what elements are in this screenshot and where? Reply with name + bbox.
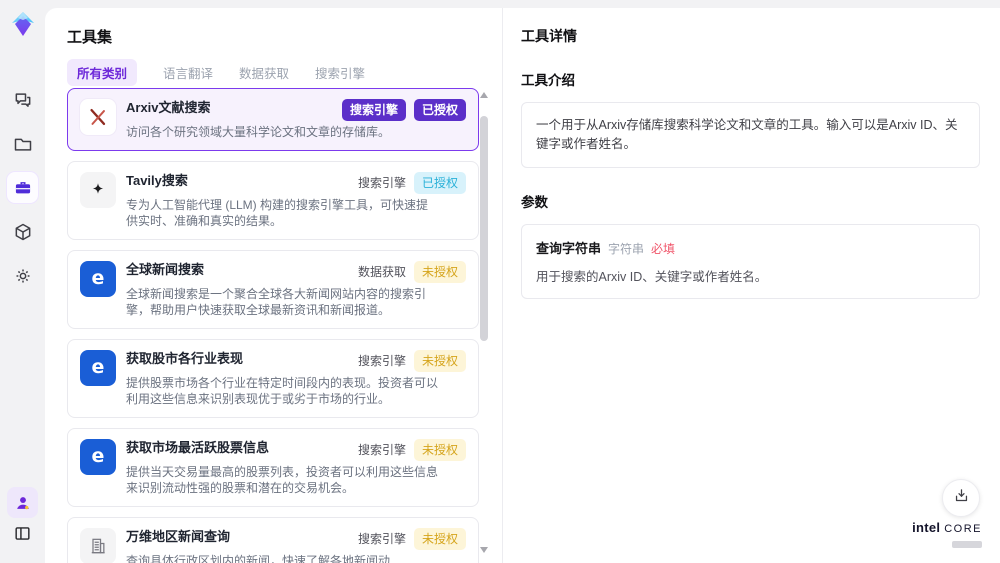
param-name: 查询字符串 xyxy=(536,240,602,256)
sidebar-item-collapse[interactable] xyxy=(7,518,38,549)
tool-card-sector-performance[interactable]: e 获取股市各行业表现 搜索引擎 未授权 提供股票市场各个行业在特定时间段内的表… xyxy=(67,339,479,418)
building-icon xyxy=(80,528,116,563)
tab-search-engine[interactable]: 搜索引擎 xyxy=(315,63,365,82)
tool-description: 查询具体行政区划内的新闻，快速了解各地新闻动 xyxy=(126,554,391,563)
auth-status-badge: 已授权 xyxy=(413,99,466,121)
tool-card-regional-news[interactable]: 万维地区新闻查询 搜索引擎 未授权 查询具体行政区划内的新闻，快速了解各地新闻动 xyxy=(67,517,479,563)
parameter-box: 查询字符串 字符串 必填 用于搜索的Arxiv ID、关键字或作者姓名。 xyxy=(521,223,980,299)
auth-status-badge: 未授权 xyxy=(413,261,466,283)
user-avatar-icon xyxy=(13,493,33,513)
sidebar-item-account[interactable] xyxy=(7,487,38,518)
category-badge: 数据获取 xyxy=(357,265,406,279)
intel-sub-badge xyxy=(952,541,982,548)
sparkle-icon xyxy=(80,172,116,208)
intro-heading: 工具介绍 xyxy=(521,73,575,88)
scrollbar-thumb[interactable] xyxy=(480,116,488,341)
tab-data-fetch[interactable]: 数据获取 xyxy=(239,63,289,82)
sidebar-item-toolbox[interactable] xyxy=(7,172,38,203)
toolbox-icon xyxy=(13,178,33,198)
category-badge: 搜索引擎 xyxy=(357,354,406,368)
tab-all-categories[interactable]: 所有类别 xyxy=(67,58,138,86)
tool-list-pane: 工具集 所有类别 语言翻译 数据获取 搜索引擎 Arxiv文献搜索 搜索引擎 已… xyxy=(45,8,503,563)
category-tabs: 所有类别 语言翻译 数据获取 搜索引擎 xyxy=(67,58,502,86)
param-type: 字符串 xyxy=(608,241,645,256)
auth-status-badge: 未授权 xyxy=(413,528,466,550)
detail-title: 工具详情 xyxy=(521,28,577,44)
category-badge: 搜索引擎 xyxy=(357,176,406,190)
news-blue-icon: e xyxy=(80,261,116,297)
tool-name: Tavily搜索 xyxy=(126,173,188,188)
auth-status-badge: 未授权 xyxy=(413,350,466,372)
tool-description: 访问各个研究领域大量科学论文和文章的存储库。 xyxy=(126,125,391,139)
scroll-down-arrow[interactable] xyxy=(480,547,488,553)
auth-status-badge: 未授权 xyxy=(413,439,466,461)
tool-description: 提供股票市场各个行业在特定时间段内的表现。投资者可以利用这些信息来识别表现优于或… xyxy=(126,376,439,406)
page-title: 工具集 xyxy=(67,29,113,46)
core-brand-text: core xyxy=(944,523,982,535)
intel-brand-text: intel xyxy=(912,520,941,535)
params-heading: 参数 xyxy=(521,194,548,210)
tool-card-arxiv[interactable]: Arxiv文献搜索 搜索引擎 已授权 访问各个研究领域大量科学论文和文章的存储库… xyxy=(67,88,479,151)
tool-card-global-news[interactable]: e 全球新闻搜索 数据获取 未授权 全球新闻搜索是一个聚合全球各大新闻网站内容的… xyxy=(67,250,479,329)
category-badge: 搜索引擎 xyxy=(341,99,406,121)
tool-card-most-active-stocks[interactable]: e 获取市场最活跃股票信息 搜索引擎 未授权 提供当天交易量最高的股票列表，投资… xyxy=(67,428,479,507)
tool-description: 专为人工智能代理 (LLM) 构建的搜索引擎工具，可快速提供实时、准确和真实的结… xyxy=(126,198,429,228)
tool-description: 提供当天交易量最高的股票列表，投资者可以利用这些信息来识别流动性强的股票和潜在的… xyxy=(126,465,439,495)
tool-name: 全球新闻搜索 xyxy=(126,262,205,277)
download-icon xyxy=(953,487,970,509)
tool-description: 全球新闻搜索是一个聚合全球各大新闻网站内容的搜索引擎，帮助用户快速获取全球最新资… xyxy=(126,287,427,317)
category-badge: 搜索引擎 xyxy=(357,532,406,546)
sidebar-item-chat[interactable] xyxy=(7,84,38,115)
sidebar-item-files[interactable] xyxy=(7,128,38,159)
chat-icon xyxy=(13,90,33,110)
category-badge: 搜索引擎 xyxy=(357,443,406,457)
app-logo-diamond-icon xyxy=(8,10,38,40)
param-description: 用于搜索的Arxiv ID、关键字或作者姓名。 xyxy=(536,269,768,284)
intro-text: 一个用于从Arxiv存储库搜索科学论文和文章的工具。输入可以是Arxiv ID、… xyxy=(536,118,958,151)
tool-name: 万维地区新闻查询 xyxy=(126,529,231,544)
param-required-badge: 必填 xyxy=(651,241,676,256)
auth-status-badge: 已授权 xyxy=(413,172,466,194)
main-content: 工具集 所有类别 语言翻译 数据获取 搜索引擎 Arxiv文献搜索 搜索引擎 已… xyxy=(45,8,1000,563)
tab-translation[interactable]: 语言翻译 xyxy=(163,63,213,82)
tool-detail-pane: 工具详情 工具介绍 一个用于从Arxiv存储库搜索科学论文和文章的工具。输入可以… xyxy=(504,8,1000,563)
sidebar-item-models[interactable] xyxy=(7,216,38,247)
tool-name: 获取股市各行业表现 xyxy=(126,351,244,366)
tool-card-tavily[interactable]: Tavily搜索 搜索引擎 已授权 专为人工智能代理 (LLM) 构建的搜索引擎… xyxy=(67,161,479,240)
tool-name: 获取市场最活跃股票信息 xyxy=(126,440,270,455)
left-rail xyxy=(0,0,45,563)
tool-card-list: Arxiv文献搜索 搜索引擎 已授权 访问各个研究领域大量科学论文和文章的存储库… xyxy=(67,88,479,563)
sidebar-item-settings[interactable] xyxy=(7,260,38,291)
tool-name: Arxiv文献搜索 xyxy=(126,100,211,115)
download-button[interactable] xyxy=(942,479,980,517)
settings-icon xyxy=(13,266,33,286)
intro-box: 一个用于从Arxiv存储库搜索科学论文和文章的工具。输入可以是Arxiv ID、… xyxy=(521,102,980,168)
scroll-up-arrow[interactable] xyxy=(480,92,488,98)
list-scrollbar xyxy=(479,92,489,553)
folder-icon xyxy=(13,134,33,154)
cube-icon xyxy=(13,222,33,242)
news-blue-icon: e xyxy=(80,439,116,475)
intel-core-logo: intel core xyxy=(912,520,982,553)
arxiv-icon xyxy=(80,99,116,135)
panel-toggle-icon xyxy=(13,524,32,543)
news-blue-icon: e xyxy=(80,350,116,386)
